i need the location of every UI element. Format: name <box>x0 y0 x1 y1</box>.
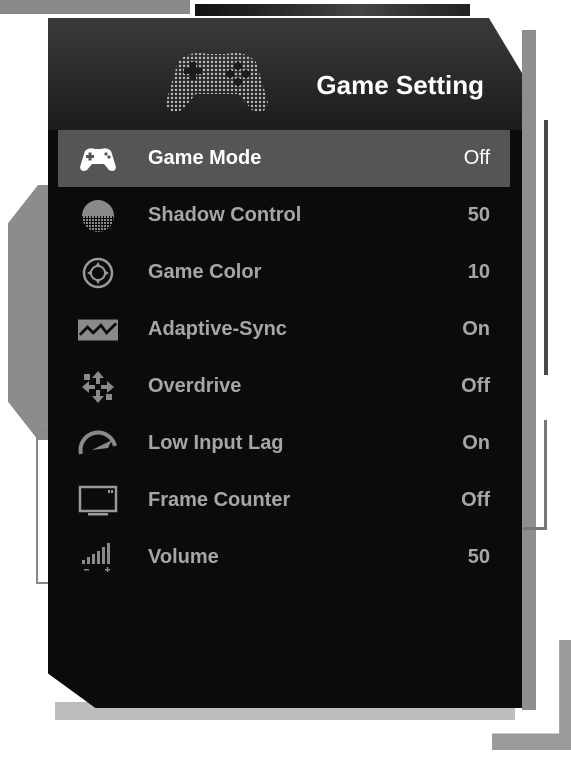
decorative-frame <box>195 4 470 16</box>
speedometer-icon <box>78 427 118 461</box>
menu-item-shadow-control[interactable]: Shadow Control 50 <box>58 187 510 244</box>
page-title: Game Setting <box>316 70 484 100</box>
decorative-frame <box>544 120 548 375</box>
menu-item-value: Off <box>461 489 490 511</box>
menu-item-frame-counter[interactable]: Frame Counter Off <box>58 472 510 529</box>
gamepad-icon <box>78 142 118 176</box>
menu-item-low-input-lag[interactable]: Low Input Lag On <box>58 415 510 472</box>
osd-menu-panel: Game Setting Game Mode Off Shadow Contro… <box>48 18 522 708</box>
menu-item-value: Off <box>463 147 490 169</box>
menu-item-value: 10 <box>467 261 490 283</box>
menu-item-label: Game Mode <box>148 147 262 169</box>
sync-icon <box>78 313 118 347</box>
menu-item-game-color[interactable]: Game Color 10 <box>58 244 510 301</box>
menu-item-label: Frame Counter <box>148 489 291 511</box>
decorative-frame <box>522 30 536 710</box>
decorative-frame <box>523 420 547 530</box>
monitor-icon <box>78 484 118 518</box>
crosshair-icon <box>78 256 118 290</box>
menu-item-label: Adaptive-Sync <box>148 318 287 340</box>
menu-item-game-mode[interactable]: Game Mode Off <box>58 130 510 187</box>
menu-item-volume[interactable]: Volume 50 <box>58 529 510 586</box>
menu-item-value: Off <box>461 375 490 397</box>
menu-item-label: Shadow Control <box>148 204 302 226</box>
settings-list: Game Mode Off Shadow Control 50 Game Col… <box>58 130 510 586</box>
gamepad-graphic-icon <box>158 32 276 118</box>
menu-item-value: On <box>462 432 490 454</box>
shadow-icon <box>78 199 118 233</box>
decorative-frame <box>0 0 190 14</box>
volume-icon <box>78 541 118 575</box>
menu-item-value: 50 <box>467 546 490 568</box>
menu-item-value: 50 <box>467 204 490 226</box>
menu-item-overdrive[interactable]: Overdrive Off <box>58 358 510 415</box>
menu-item-adaptive-sync[interactable]: Adaptive-Sync On <box>58 301 510 358</box>
menu-item-label: Low Input Lag <box>148 432 284 454</box>
menu-item-label: Overdrive <box>148 375 242 397</box>
menu-item-value: On <box>462 318 490 340</box>
menu-header: Game Setting <box>48 18 522 130</box>
overdrive-icon <box>78 370 118 404</box>
menu-item-label: Volume <box>148 546 219 568</box>
menu-item-label: Game Color <box>148 261 262 283</box>
